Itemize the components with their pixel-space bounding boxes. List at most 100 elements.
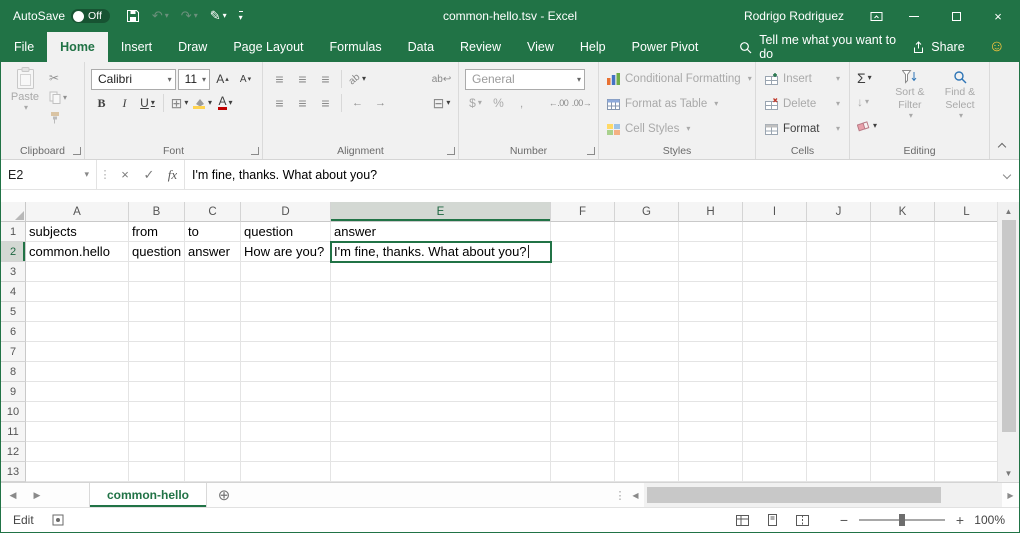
cell-I7[interactable] bbox=[743, 342, 807, 362]
column-header-H[interactable]: H bbox=[679, 202, 743, 222]
align-center-button[interactable]: ≡ bbox=[292, 93, 313, 114]
cell-J9[interactable] bbox=[807, 382, 871, 402]
cell-A9[interactable] bbox=[26, 382, 129, 402]
cell-F6[interactable] bbox=[551, 322, 615, 342]
cell-F1[interactable] bbox=[551, 222, 615, 242]
cell-L3[interactable] bbox=[935, 262, 999, 282]
cell-C8[interactable] bbox=[185, 362, 241, 382]
format-cells-button[interactable]: Format ▾ bbox=[761, 117, 844, 141]
cell-L7[interactable] bbox=[935, 342, 999, 362]
italic-button[interactable]: I bbox=[114, 93, 135, 114]
increase-indent-button[interactable]: → bbox=[370, 93, 391, 114]
cell-I13[interactable] bbox=[743, 462, 807, 482]
cell-C2[interactable]: answer bbox=[185, 242, 241, 262]
cell-H11[interactable] bbox=[679, 422, 743, 442]
tab-help[interactable]: Help bbox=[567, 32, 619, 62]
cell-A13[interactable] bbox=[26, 462, 129, 482]
row-header-1[interactable]: 1 bbox=[1, 222, 26, 242]
row-header-8[interactable]: 8 bbox=[1, 362, 26, 382]
cell-L6[interactable] bbox=[935, 322, 999, 342]
cell-B4[interactable] bbox=[129, 282, 185, 302]
cell-G4[interactable] bbox=[615, 282, 679, 302]
sheet-nav-right-button[interactable]: ▶ bbox=[25, 483, 49, 507]
maximize-button[interactable] bbox=[935, 0, 977, 32]
cell-D6[interactable] bbox=[241, 322, 331, 342]
tab-formulas[interactable]: Formulas bbox=[317, 32, 395, 62]
cell-E4[interactable] bbox=[331, 282, 551, 302]
cell-D11[interactable] bbox=[241, 422, 331, 442]
number-dialog-launcher[interactable] bbox=[587, 147, 595, 155]
tab-file[interactable]: File bbox=[1, 32, 47, 62]
cell-B9[interactable] bbox=[129, 382, 185, 402]
cell-H6[interactable] bbox=[679, 322, 743, 342]
cell-H12[interactable] bbox=[679, 442, 743, 462]
select-all-button[interactable] bbox=[1, 202, 26, 222]
cell-G9[interactable] bbox=[615, 382, 679, 402]
feedback-smiley-icon[interactable]: ☺ bbox=[965, 38, 1019, 56]
delete-cells-button[interactable]: Delete ▾ bbox=[761, 92, 844, 116]
column-header-C[interactable]: C bbox=[185, 202, 241, 222]
cell-C12[interactable] bbox=[185, 442, 241, 462]
cell-I1[interactable] bbox=[743, 222, 807, 242]
cell-B7[interactable] bbox=[129, 342, 185, 362]
column-header-B[interactable]: B bbox=[129, 202, 185, 222]
cell-D3[interactable] bbox=[241, 262, 331, 282]
cell-E13[interactable] bbox=[331, 462, 551, 482]
cell-D1[interactable]: question bbox=[241, 222, 331, 242]
row-header-5[interactable]: 5 bbox=[1, 302, 26, 322]
row-header-11[interactable]: 11 bbox=[1, 422, 26, 442]
redo-button[interactable]: ↷▾ bbox=[175, 3, 204, 29]
font-name-select[interactable]: Calibri▾ bbox=[91, 69, 176, 90]
cell-I11[interactable] bbox=[743, 422, 807, 442]
cell-B8[interactable] bbox=[129, 362, 185, 382]
cell-L8[interactable] bbox=[935, 362, 999, 382]
cell-B13[interactable] bbox=[129, 462, 185, 482]
cell-C7[interactable] bbox=[185, 342, 241, 362]
cell-C4[interactable] bbox=[185, 282, 241, 302]
cell-J2[interactable] bbox=[807, 242, 871, 262]
clear-button[interactable]: ▾ bbox=[854, 115, 885, 137]
row-header-10[interactable]: 10 bbox=[1, 402, 26, 422]
cell-B3[interactable] bbox=[129, 262, 185, 282]
cell-C11[interactable] bbox=[185, 422, 241, 442]
align-middle-button[interactable]: ≡ bbox=[292, 69, 313, 90]
cell-K1[interactable] bbox=[871, 222, 935, 242]
cell-F4[interactable] bbox=[551, 282, 615, 302]
number-format-select[interactable]: General▾ bbox=[465, 69, 585, 90]
cell-E8[interactable] bbox=[331, 362, 551, 382]
cell-E7[interactable] bbox=[331, 342, 551, 362]
cell-H2[interactable] bbox=[679, 242, 743, 262]
cell-C6[interactable] bbox=[185, 322, 241, 342]
cell-G5[interactable] bbox=[615, 302, 679, 322]
cell-G8[interactable] bbox=[615, 362, 679, 382]
row-header-9[interactable]: 9 bbox=[1, 382, 26, 402]
cell-C5[interactable] bbox=[185, 302, 241, 322]
fill-color-button[interactable]: ▾ bbox=[192, 93, 213, 114]
zoom-slider-handle[interactable] bbox=[899, 514, 905, 526]
cell-L12[interactable] bbox=[935, 442, 999, 462]
cell-F11[interactable] bbox=[551, 422, 615, 442]
cell-E5[interactable] bbox=[331, 302, 551, 322]
zoom-in-button[interactable]: + bbox=[951, 512, 969, 528]
cell-L4[interactable] bbox=[935, 282, 999, 302]
cell-A8[interactable] bbox=[26, 362, 129, 382]
cell-I5[interactable] bbox=[743, 302, 807, 322]
zoom-out-button[interactable]: − bbox=[835, 512, 853, 528]
share-button[interactable]: Share bbox=[912, 40, 964, 54]
insert-function-button[interactable]: fx bbox=[161, 160, 185, 189]
cell-D7[interactable] bbox=[241, 342, 331, 362]
cell-F2[interactable] bbox=[551, 242, 615, 262]
cell-H9[interactable] bbox=[679, 382, 743, 402]
row-header-6[interactable]: 6 bbox=[1, 322, 26, 342]
cell-J13[interactable] bbox=[807, 462, 871, 482]
cell-H13[interactable] bbox=[679, 462, 743, 482]
font-size-select[interactable]: 11▾ bbox=[178, 69, 210, 90]
cell-D4[interactable] bbox=[241, 282, 331, 302]
cell-B6[interactable] bbox=[129, 322, 185, 342]
format-as-table-button[interactable]: Format as Table ▾ bbox=[604, 92, 750, 116]
cell-B11[interactable] bbox=[129, 422, 185, 442]
cell-J12[interactable] bbox=[807, 442, 871, 462]
cell-K9[interactable] bbox=[871, 382, 935, 402]
scroll-left-icon[interactable]: ◀ bbox=[627, 491, 644, 500]
tab-insert[interactable]: Insert bbox=[108, 32, 165, 62]
